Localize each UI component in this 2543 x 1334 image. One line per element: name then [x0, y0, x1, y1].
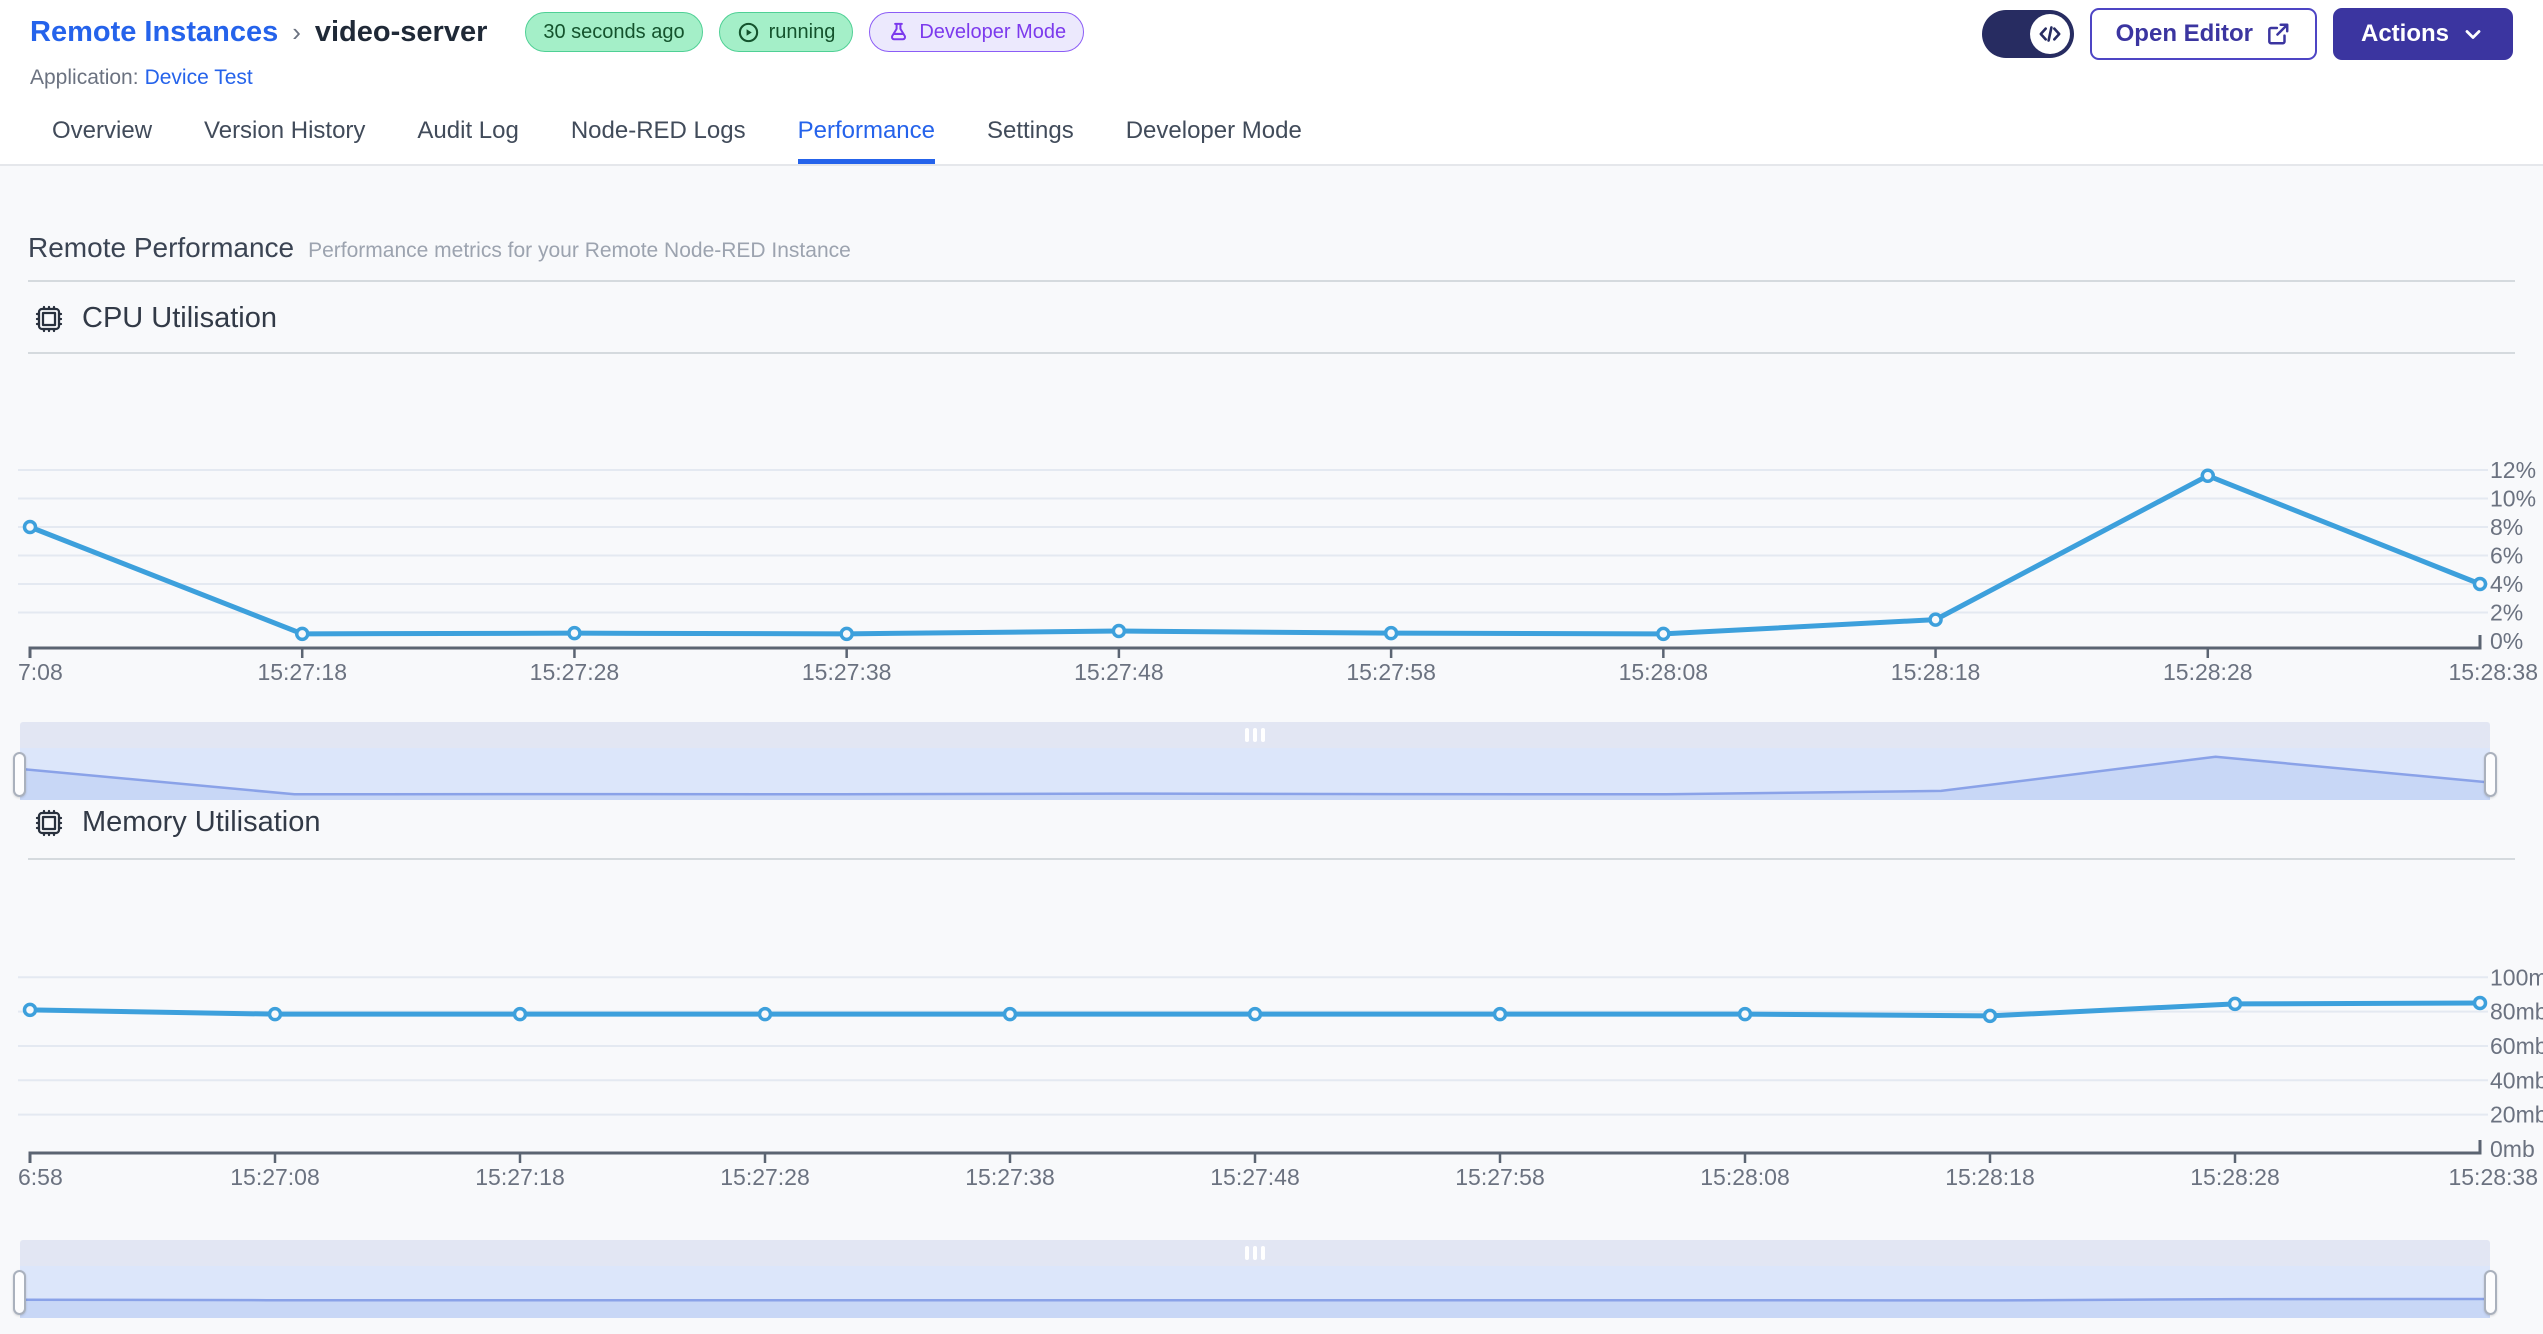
developer-mode-badge: Developer Mode — [869, 12, 1085, 52]
svg-text:15:27:28: 15:27:28 — [720, 1164, 810, 1190]
cpu-chip-icon — [33, 807, 65, 839]
breadcrumb: Remote Instances › video-server 30 secon… — [30, 12, 1085, 52]
svg-text:0mb: 0mb — [2490, 1136, 2535, 1162]
memory-slider-left-handle[interactable] — [13, 1270, 26, 1315]
cpu-chip-icon — [33, 303, 65, 335]
divider — [28, 352, 2515, 354]
application-label: Application: — [30, 66, 139, 89]
svg-text:8%: 8% — [2490, 514, 2523, 540]
breadcrumb-parent-link[interactable]: Remote Instances — [30, 16, 278, 49]
svg-text:0%: 0% — [2490, 628, 2523, 654]
svg-text:4%: 4% — [2490, 571, 2523, 597]
tab-settings[interactable]: Settings — [987, 117, 1074, 164]
svg-text:15:27:18: 15:27:18 — [257, 659, 347, 685]
divider — [28, 280, 2515, 282]
cpu-utilisation-chart: 0%2% 4%6% 8%10% 12% 7:08 15:27:18 15:27:28 15:2… — [18, 457, 2538, 685]
page-subtitle: Performance metrics for your Remote Node… — [308, 239, 851, 262]
cpu-slider-minimap[interactable] — [20, 748, 2490, 800]
tab-audit-log[interactable]: Audit Log — [417, 117, 518, 164]
svg-text:15:28:08: 15:28:08 — [1700, 1164, 1790, 1190]
header-controls: Open Editor Actions — [1981, 8, 2513, 60]
svg-text:15:28:18: 15:28:18 — [1891, 659, 1981, 685]
tab-developer-mode[interactable]: Developer Mode — [1126, 117, 1302, 164]
svg-text:2%: 2% — [2490, 600, 2523, 626]
svg-text:7:08: 7:08 — [18, 659, 63, 685]
code-icon — [2029, 14, 2070, 54]
tab-overview[interactable]: Overview — [52, 117, 152, 164]
cpu-slider-track[interactable] — [20, 722, 2490, 748]
svg-text:15:28:18: 15:28:18 — [1945, 1164, 2035, 1190]
svg-text:6:58: 6:58 — [18, 1164, 63, 1190]
svg-text:15:27:48: 15:27:48 — [1074, 659, 1164, 685]
memory-slider-right-handle[interactable] — [2484, 1270, 2497, 1315]
svg-text:15:27:38: 15:27:38 — [802, 659, 892, 685]
svg-text:15:27:38: 15:27:38 — [965, 1164, 1055, 1190]
svg-text:15:27:58: 15:27:58 — [1455, 1164, 1545, 1190]
svg-text:40mb: 40mb — [2490, 1067, 2543, 1093]
svg-text:20mb: 20mb — [2490, 1102, 2543, 1128]
running-status-label: running — [768, 20, 836, 43]
actions-label: Actions — [2360, 20, 2449, 47]
svg-text:15:27:18: 15:27:18 — [475, 1164, 565, 1190]
open-editor-label: Open Editor — [2115, 20, 2253, 47]
grip-icon[interactable] — [1245, 1246, 1265, 1260]
memory-range-slider[interactable] — [13, 1240, 2497, 1318]
actions-button[interactable]: Actions — [2332, 8, 2513, 60]
memory-slider-track[interactable] — [20, 1240, 2490, 1266]
tab-version-history[interactable]: Version History — [204, 117, 365, 164]
memory-section-header: Memory Utilisation — [33, 806, 321, 839]
cpu-slider-left-handle[interactable] — [13, 752, 26, 797]
svg-text:15:28:38: 15:28:38 — [2448, 659, 2538, 685]
cpu-range-slider[interactable] — [13, 722, 2497, 800]
svg-text:15:28:08: 15:28:08 — [1619, 659, 1709, 685]
svg-text:15:28:28: 15:28:28 — [2190, 1164, 2280, 1190]
divider — [28, 858, 2515, 860]
grip-icon[interactable] — [1245, 728, 1265, 742]
last-seen-badge: 30 seconds ago — [525, 12, 703, 52]
last-seen-label: 30 seconds ago — [543, 20, 685, 43]
memory-slider-minimap[interactable] — [20, 1266, 2490, 1318]
instance-name: video-server — [314, 15, 488, 48]
external-link-icon — [2265, 21, 2291, 47]
svg-text:15:28:38: 15:28:38 — [2448, 1164, 2538, 1190]
cpu-section-title: CPU Utilisation — [82, 302, 277, 334]
cpu-slider-right-handle[interactable] — [2484, 752, 2497, 797]
svg-text:15:27:08: 15:27:08 — [230, 1164, 320, 1190]
svg-text:15:28:28: 15:28:28 — [2163, 659, 2253, 685]
play-circle-icon — [737, 21, 760, 44]
svg-text:100mb: 100mb — [2490, 964, 2543, 990]
svg-text:12%: 12% — [2490, 457, 2536, 483]
svg-text:10%: 10% — [2490, 486, 2536, 512]
application-link[interactable]: Device Test — [145, 66, 253, 89]
breadcrumb-separator: › — [292, 16, 301, 47]
memory-section-title: Memory Utilisation — [82, 806, 321, 838]
cpu-section-header: CPU Utilisation — [33, 302, 277, 335]
tab-bar: Overview Version History Audit Log Node-… — [0, 117, 2543, 166]
chevron-down-icon — [2461, 22, 2485, 46]
svg-text:6%: 6% — [2490, 543, 2523, 569]
memory-utilisation-chart: 0mb 20mb 40mb 60mb 80mb 100mb 6:58 15:27:08 15:2… — [18, 964, 2543, 1190]
developer-mode-label: Developer Mode — [919, 20, 1067, 43]
status-badges: 30 seconds ago running Developer Mode — [525, 12, 1085, 52]
svg-text:15:27:58: 15:27:58 — [1346, 659, 1436, 685]
svg-text:15:27:48: 15:27:48 — [1210, 1164, 1300, 1190]
beaker-icon — [887, 21, 910, 44]
svg-text:60mb: 60mb — [2490, 1033, 2543, 1059]
application-row: Application: Device Test — [30, 66, 253, 90]
page-header: Remote Instances › video-server 30 secon… — [0, 0, 2543, 120]
developer-mode-toggle[interactable] — [1981, 10, 2074, 58]
tab-performance[interactable]: Performance — [797, 117, 935, 164]
svg-text:15:27:28: 15:27:28 — [530, 659, 620, 685]
page-title: Remote Performance — [28, 232, 295, 263]
svg-text:80mb: 80mb — [2490, 999, 2543, 1025]
running-status-badge: running — [718, 12, 854, 52]
tab-node-red-logs[interactable]: Node-RED Logs — [571, 117, 746, 164]
open-editor-button[interactable]: Open Editor — [2089, 8, 2317, 60]
